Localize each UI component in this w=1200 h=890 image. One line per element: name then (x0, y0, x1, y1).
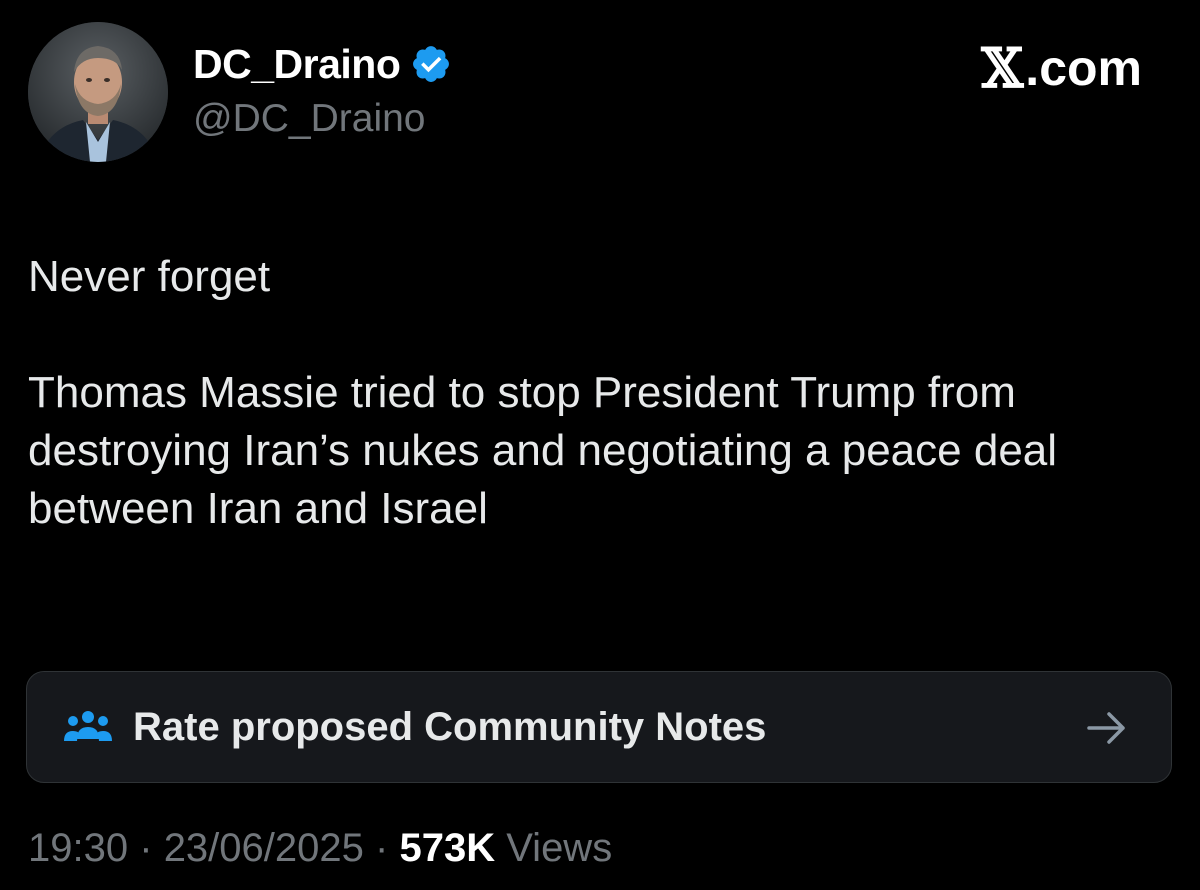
views-label[interactable]: Views (506, 826, 612, 870)
brand-domain: .com (1025, 40, 1142, 96)
people-icon (64, 711, 112, 741)
author-name-row[interactable]: DC_Draino (193, 38, 452, 90)
meta-separator: · (139, 826, 153, 870)
community-notes-label: Rate proposed Community Notes (133, 704, 767, 749)
arrow-right-icon (1087, 712, 1125, 744)
author-display-name[interactable]: DC_Draino (193, 41, 401, 88)
author-handle[interactable]: @DC_Draino (193, 97, 426, 141)
meta-separator: · (375, 826, 389, 870)
tweet-paragraph-2: Thomas Massie tried to stop President Tr… (28, 368, 1058, 533)
tweet-meta: 19:30 · 23/06/2025 · 573K Views (28, 826, 612, 871)
avatar-photo (28, 22, 168, 162)
tweet-text: Never forget Thomas Massie tried to stop… (28, 248, 1168, 538)
x-logo-icon: 𝕏 (981, 36, 1024, 100)
tweet-date[interactable]: 23/06/2025 (164, 826, 364, 870)
avatar[interactable] (28, 22, 168, 162)
verified-badge-icon (413, 46, 450, 82)
views-count[interactable]: 573K (399, 826, 495, 870)
brand-watermark: 𝕏 .com (981, 36, 1142, 100)
community-notes-button[interactable]: Rate proposed Community Notes (26, 671, 1172, 783)
tweet-time[interactable]: 19:30 (28, 826, 128, 870)
tweet-line-1: Never forget (28, 252, 271, 301)
